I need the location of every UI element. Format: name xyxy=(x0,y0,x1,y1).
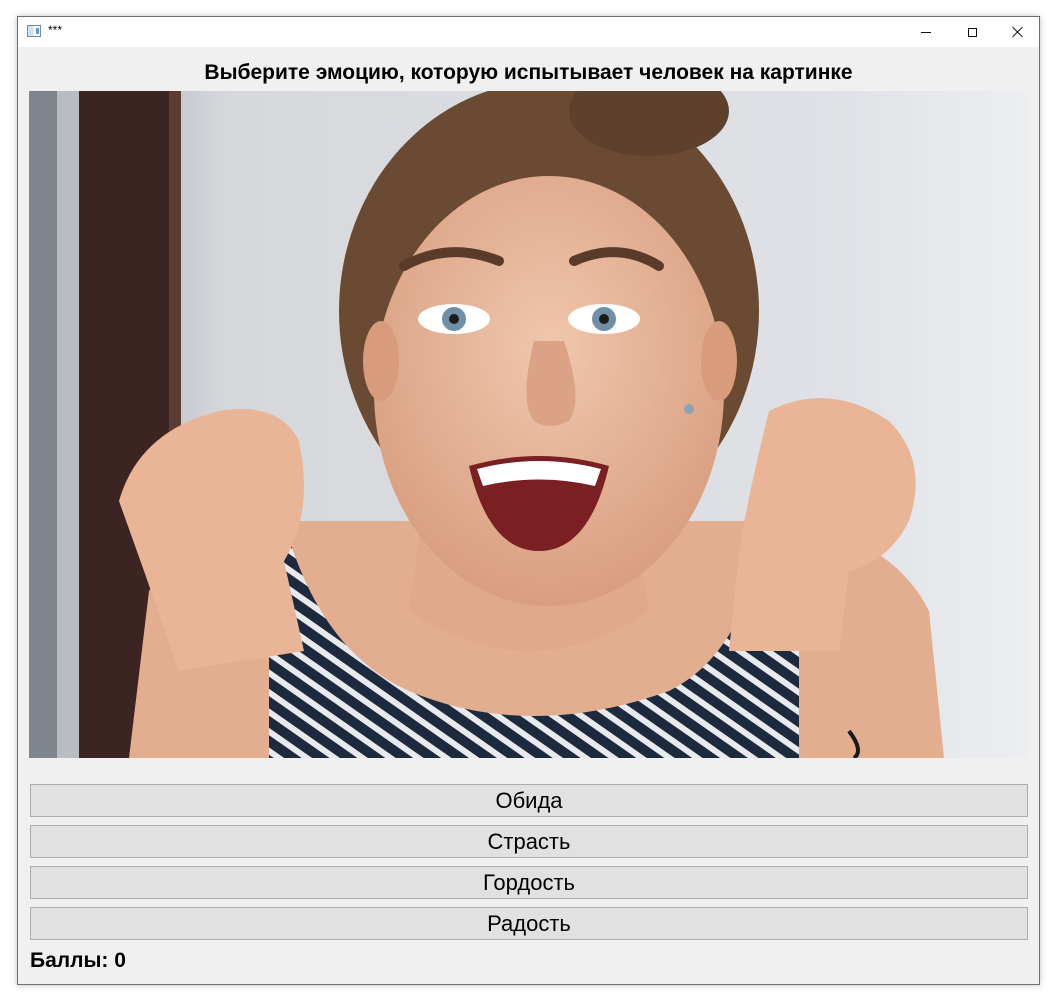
answer-button-radost[interactable]: Радость xyxy=(30,907,1028,940)
minimize-icon xyxy=(921,31,931,33)
score-label: Баллы: xyxy=(30,949,109,972)
close-icon xyxy=(1012,26,1024,38)
answer-button-strast[interactable]: Страсть xyxy=(30,825,1028,858)
close-button[interactable] xyxy=(995,17,1041,47)
answer-button-obida[interactable]: Обида xyxy=(30,784,1028,817)
minimize-button[interactable] xyxy=(903,17,949,47)
emotion-photo xyxy=(29,91,1029,758)
maximize-button[interactable] xyxy=(949,17,995,47)
maximize-icon xyxy=(967,27,977,37)
app-window-icon xyxy=(27,25,41,37)
app-window: *** Выберите эмоцию, которую испытывает … xyxy=(17,16,1040,985)
title-bar[interactable]: *** xyxy=(18,17,1039,47)
question-heading: Выберите эмоцию, которую испытывает чело… xyxy=(204,61,853,84)
score-display: Баллы: 0 xyxy=(30,949,126,973)
window-title: *** xyxy=(48,23,63,37)
answer-button-gordost[interactable]: Гордость xyxy=(30,866,1028,899)
score-value: 0 xyxy=(114,949,126,972)
